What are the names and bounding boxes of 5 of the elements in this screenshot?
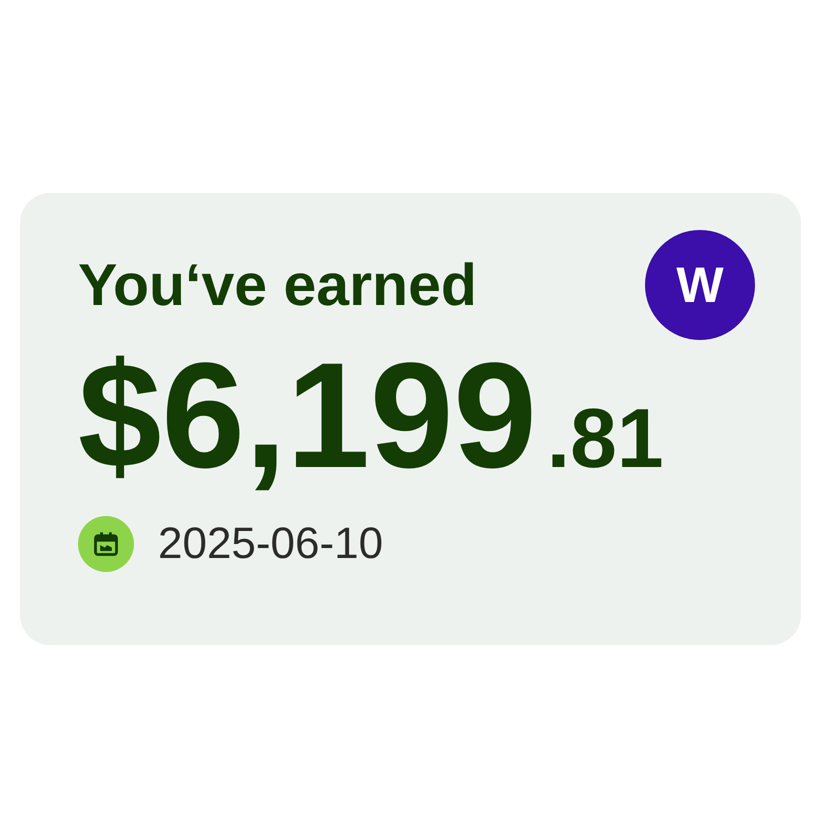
amount-cents: .81 — [546, 390, 664, 486]
avatar[interactable]: W — [645, 230, 755, 340]
card-title: You‘ve earned — [78, 250, 477, 318]
date-text: 2025-06-10 — [158, 518, 384, 568]
amount: $6,199 — [78, 340, 537, 490]
